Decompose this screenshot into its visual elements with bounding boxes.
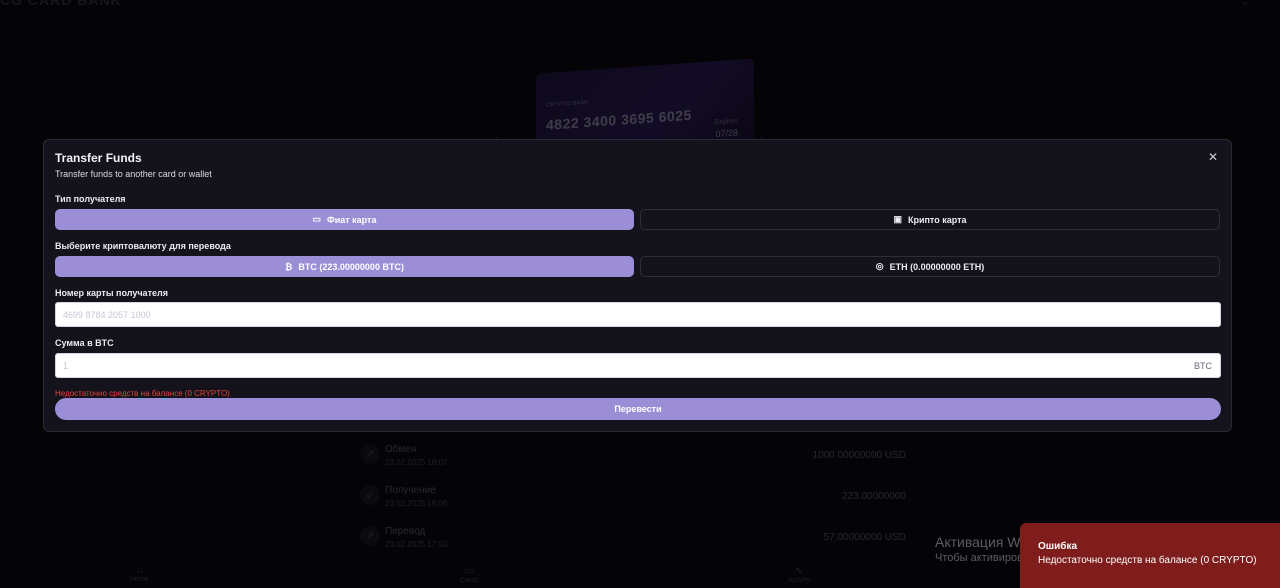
amount-label: Сумма в BTC xyxy=(55,338,114,348)
crypto-card-label: Крипто карта xyxy=(907,214,967,225)
error-toast[interactable]: Ошибка Недостаточно средств на балансе (… xyxy=(1020,523,1280,588)
transfer-button[interactable]: Перевести xyxy=(55,398,1221,420)
btc-option-label: BTC (223.00000000 BTC) xyxy=(298,261,404,272)
eth-option-label: ETH (0.00000000 ETH) xyxy=(889,261,985,272)
coins-icon: ◎ xyxy=(875,261,884,271)
toast-title: Ошибка xyxy=(1038,541,1078,552)
credit-card-icon: ▭ xyxy=(312,214,322,224)
amount-input[interactable]: 1 BTC xyxy=(55,353,1221,378)
toast-message: Недостаточно средств на балансе (0 CRYPT… xyxy=(1038,555,1257,566)
fiat-card-button[interactable]: ▭ Фиат карта xyxy=(55,209,634,230)
wallet-icon: ▣ xyxy=(893,214,902,224)
error-message: Недостаточно средств на балансе (0 CRYPT… xyxy=(55,389,230,398)
dialog-subtitle: Transfer funds to another card or wallet xyxy=(55,169,212,179)
fiat-card-label: Фиат карта xyxy=(327,214,377,225)
btc-option-button[interactable]: ₿ BTC (223.00000000 BTC) xyxy=(55,256,634,277)
amount-value: 1 xyxy=(63,361,69,371)
card-number-input[interactable]: 4699 8784 2057 1000 xyxy=(55,302,1221,327)
bitcoin-icon: ₿ xyxy=(285,261,293,272)
close-icon[interactable]: ✕ xyxy=(1206,150,1220,164)
transfer-dialog: Transfer Funds Transfer funds to another… xyxy=(43,139,1232,432)
card-number-placeholder: 4699 8784 2057 1000 xyxy=(63,310,151,320)
dialog-title: Transfer Funds xyxy=(55,151,142,165)
recipient-type-label: Тип получателя xyxy=(55,194,126,204)
amount-suffix: BTC xyxy=(1194,361,1212,371)
card-number-label: Номер карты получателя xyxy=(55,288,168,298)
eth-option-button[interactable]: ◎ ETH (0.00000000 ETH) xyxy=(640,256,1220,277)
crypto-card-button[interactable]: ▣ Крипто карта xyxy=(640,209,1220,230)
crypto-select-label: Выберите криптовалюту для перевода xyxy=(55,241,231,251)
